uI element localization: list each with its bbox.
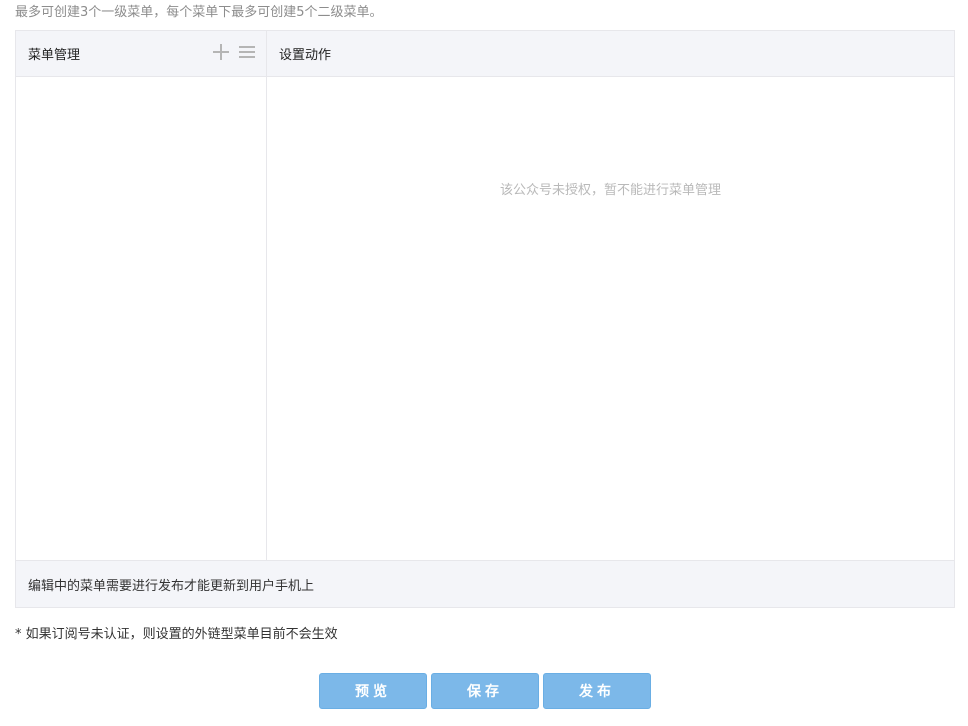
action-settings-header: 设置动作	[267, 31, 954, 77]
plus-icon[interactable]	[212, 43, 230, 61]
publish-button[interactable]: 发布	[543, 673, 651, 709]
publish-reminder: 编辑中的菜单需要进行发布才能更新到用户手机上	[16, 560, 954, 607]
list-icon[interactable]	[238, 43, 256, 61]
menu-list-header: 菜单管理	[16, 31, 266, 77]
action-settings-column: 设置动作 该公众号未授权，暂不能进行菜单管理	[267, 31, 954, 560]
external-link-note: * 如果订阅号未认证，则设置的外链型菜单目前不会生效	[15, 627, 338, 642]
unauthorized-message: 该公众号未授权，暂不能进行菜单管理	[499, 183, 721, 198]
menu-limit-hint: 最多可创建3个一级菜单，每个菜单下最多可创建5个二级菜单。	[15, 5, 383, 20]
publish-reminder-text: 编辑中的菜单需要进行发布才能更新到用户手机上	[28, 578, 315, 594]
save-button[interactable]: 保存	[431, 673, 539, 709]
menu-editor-panel: 菜单管理 设置动作 该公众号未授权，暂不能进行菜单管理 编辑中的菜单需要进行发布…	[15, 30, 955, 608]
preview-button[interactable]: 预览	[319, 673, 427, 709]
action-buttons: 预览 保存 发布	[319, 673, 651, 709]
menu-list-column: 菜单管理	[16, 31, 267, 560]
menu-tools	[212, 43, 256, 61]
action-settings-title: 设置动作	[279, 48, 332, 63]
menu-list-title: 菜单管理	[28, 48, 81, 63]
